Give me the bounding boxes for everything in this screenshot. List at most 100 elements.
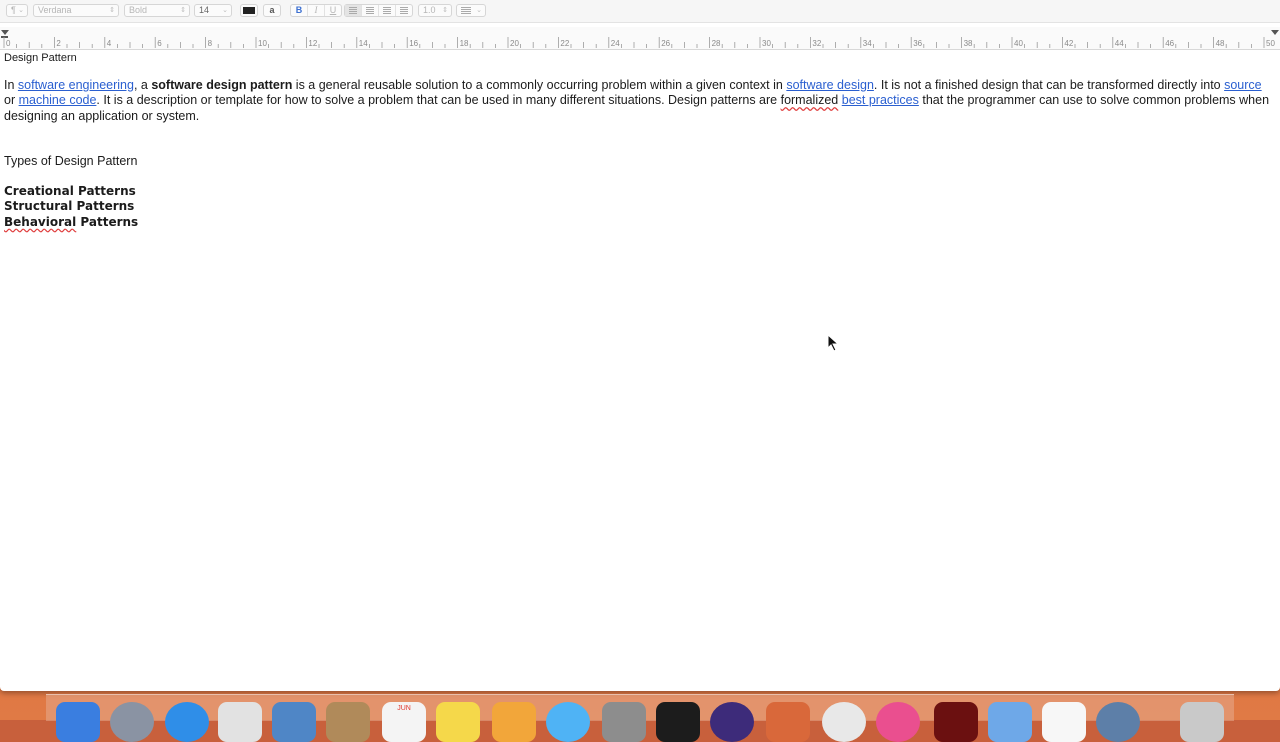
link-source[interactable]: source	[1224, 78, 1262, 92]
pattern-list: Creational Patterns Structural Patterns …	[4, 184, 1276, 230]
alignment-group	[344, 4, 413, 17]
calendar-month-label: JUN	[397, 705, 411, 712]
text-run: In	[4, 78, 18, 93]
align-justify-button[interactable]	[396, 5, 412, 16]
link-software-design[interactable]: software design	[786, 78, 874, 92]
launchpad-icon[interactable]	[110, 702, 154, 742]
mission-control-icon[interactable]	[218, 702, 262, 742]
italic-button[interactable]: I	[308, 5, 325, 16]
ruler-label: 8	[208, 39, 213, 48]
align-left-icon	[349, 7, 357, 14]
photos-icon[interactable]	[492, 702, 536, 742]
textedit-icon[interactable]	[1042, 702, 1086, 742]
terminal-icon[interactable]	[656, 702, 700, 742]
align-center-icon	[366, 7, 374, 14]
dock: JUN	[46, 694, 1234, 742]
underline-button[interactable]: U	[325, 5, 341, 16]
align-right-button[interactable]	[379, 5, 396, 16]
trash-icon[interactable]	[1180, 702, 1224, 742]
align-center-button[interactable]	[362, 5, 379, 16]
contacts-icon[interactable]	[326, 702, 370, 742]
ruler-label: 10	[258, 39, 267, 48]
text-color-swatch	[243, 7, 255, 14]
list-bullets-icon	[461, 7, 471, 14]
chevron-down-icon: ⌄	[18, 7, 24, 14]
chevron-down-icon: ⌄	[222, 7, 228, 14]
ruler-label: 44	[1115, 39, 1124, 48]
line-spacing-select[interactable]: 1.0 ⇕	[418, 4, 452, 17]
ruler-label: 34	[863, 39, 872, 48]
text-color-well[interactable]	[240, 4, 258, 17]
ruler-label: 24	[611, 39, 620, 48]
messages-icon[interactable]	[546, 702, 590, 742]
finder-folder-icon[interactable]	[988, 702, 1032, 742]
calendar-icon[interactable]: JUN	[382, 702, 426, 742]
font-family-label: Verdana	[38, 5, 72, 15]
ruler-label: 16	[409, 39, 418, 48]
pattern-item: Structural Patterns	[4, 199, 135, 214]
text-run: or	[4, 93, 19, 108]
chrome-icon[interactable]	[822, 702, 866, 742]
safari-icon[interactable]	[165, 702, 209, 742]
pdf-icon[interactable]	[934, 702, 978, 742]
link-best-practices[interactable]: best practices	[842, 93, 919, 107]
itunes-icon[interactable]	[876, 702, 920, 742]
ruler-label: 14	[359, 39, 368, 48]
pattern-item: Behavioral Patterns	[4, 215, 1276, 230]
font-size-select[interactable]: 14 ⌄	[194, 4, 232, 17]
first-line-indent-marker[interactable]	[1, 36, 8, 38]
format-toolbar: ¶ ⌄ Verdana ⇕ Bold ⇕ 14 ⌄ a B I U 1.0 ⇕ …	[0, 0, 1280, 23]
link-software-engineering[interactable]: software engineering	[18, 78, 134, 92]
ruler-label: 20	[510, 39, 519, 48]
ruler-label: 26	[661, 39, 670, 48]
ruler-label: 2	[56, 39, 61, 48]
ruler-label: 30	[762, 39, 771, 48]
ruler-label: 18	[460, 39, 469, 48]
line-spacing-label: 1.0	[423, 5, 436, 15]
text-run: , a	[133, 78, 152, 93]
ruler[interactable]: 0 2 4 6 8 10 12 14 16 18 20 22 24 26 28 30 32 34 36 38 40 42 4…	[0, 27, 1280, 50]
text-run: . It is not a finished design that can b…	[873, 78, 1225, 93]
bold-button[interactable]: B	[291, 5, 308, 16]
misspelled-word[interactable]: Behavioral	[4, 215, 76, 229]
network-icon[interactable]	[1096, 702, 1140, 742]
pattern-item: Creational Patterns	[4, 184, 136, 199]
system-preferences-icon[interactable]	[602, 702, 646, 742]
typeface-select[interactable]: Bold ⇕	[124, 4, 190, 17]
finder-icon[interactable]	[56, 702, 100, 742]
list-style-select[interactable]: ⌄	[456, 4, 486, 17]
left-indent-marker[interactable]	[1, 30, 9, 35]
preview-icon[interactable]	[272, 702, 316, 742]
intro-paragraph: In software engineering, a software desi…	[4, 78, 1276, 124]
right-indent-marker[interactable]	[1271, 30, 1279, 35]
font-size-label: 14	[199, 5, 210, 15]
git-icon[interactable]	[766, 702, 810, 742]
typeface-label: Bold	[129, 5, 148, 15]
text-run: . It is a description or template for ho…	[96, 93, 781, 108]
textedit-window: ¶ ⌄ Verdana ⇕ Bold ⇕ 14 ⌄ a B I U 1.0 ⇕ …	[0, 0, 1280, 691]
ruler-label: 50	[1266, 39, 1275, 48]
ruler-label: 38	[964, 39, 973, 48]
ruler-label: 36	[913, 39, 922, 48]
mouse-cursor-icon	[827, 334, 839, 352]
font-family-select[interactable]: Verdana ⇕	[33, 4, 119, 17]
ruler-label: 12	[308, 39, 317, 48]
paragraph-style-select[interactable]: ¶ ⌄	[6, 4, 28, 17]
eclipse-icon[interactable]	[710, 702, 754, 742]
ruler-label: 42	[1064, 39, 1073, 48]
align-justify-icon	[400, 7, 408, 14]
ruler-label: 28	[712, 39, 721, 48]
types-heading: Types of Design Pattern	[4, 153, 138, 168]
ruler-label: 4	[107, 39, 112, 48]
paragraph-style-label: ¶	[11, 5, 16, 15]
background-color-well[interactable]: a	[263, 4, 281, 17]
document-body[interactable]: Design Pattern In software engineering, …	[4, 50, 1276, 230]
notes-icon[interactable]	[436, 702, 480, 742]
updown-arrows-icon: ⇕	[180, 7, 186, 14]
align-left-button[interactable]	[345, 5, 362, 16]
ruler-label: 0	[6, 39, 11, 48]
link-machine-code[interactable]: machine code	[19, 93, 97, 107]
text-run: is a general reusable solution to a comm…	[292, 78, 787, 93]
ruler-label: 40	[1014, 39, 1023, 48]
misspelled-word[interactable]: formalized	[781, 93, 839, 107]
